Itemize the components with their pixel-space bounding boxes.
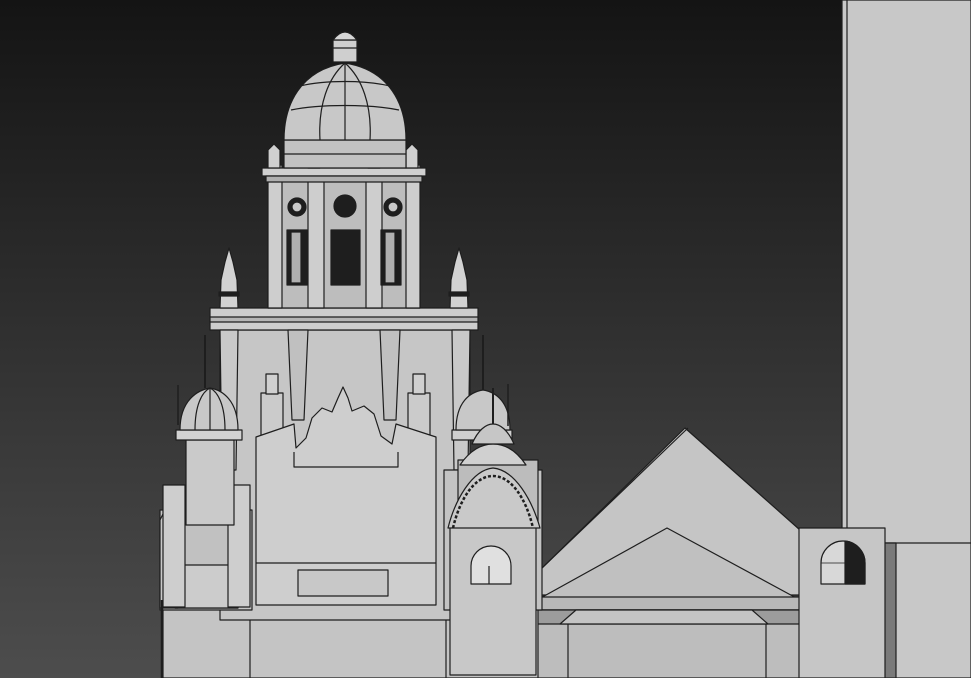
right-small-tower xyxy=(798,527,886,678)
3d-viewport[interactable] xyxy=(0,0,971,678)
building-wireframe-render xyxy=(0,0,971,678)
